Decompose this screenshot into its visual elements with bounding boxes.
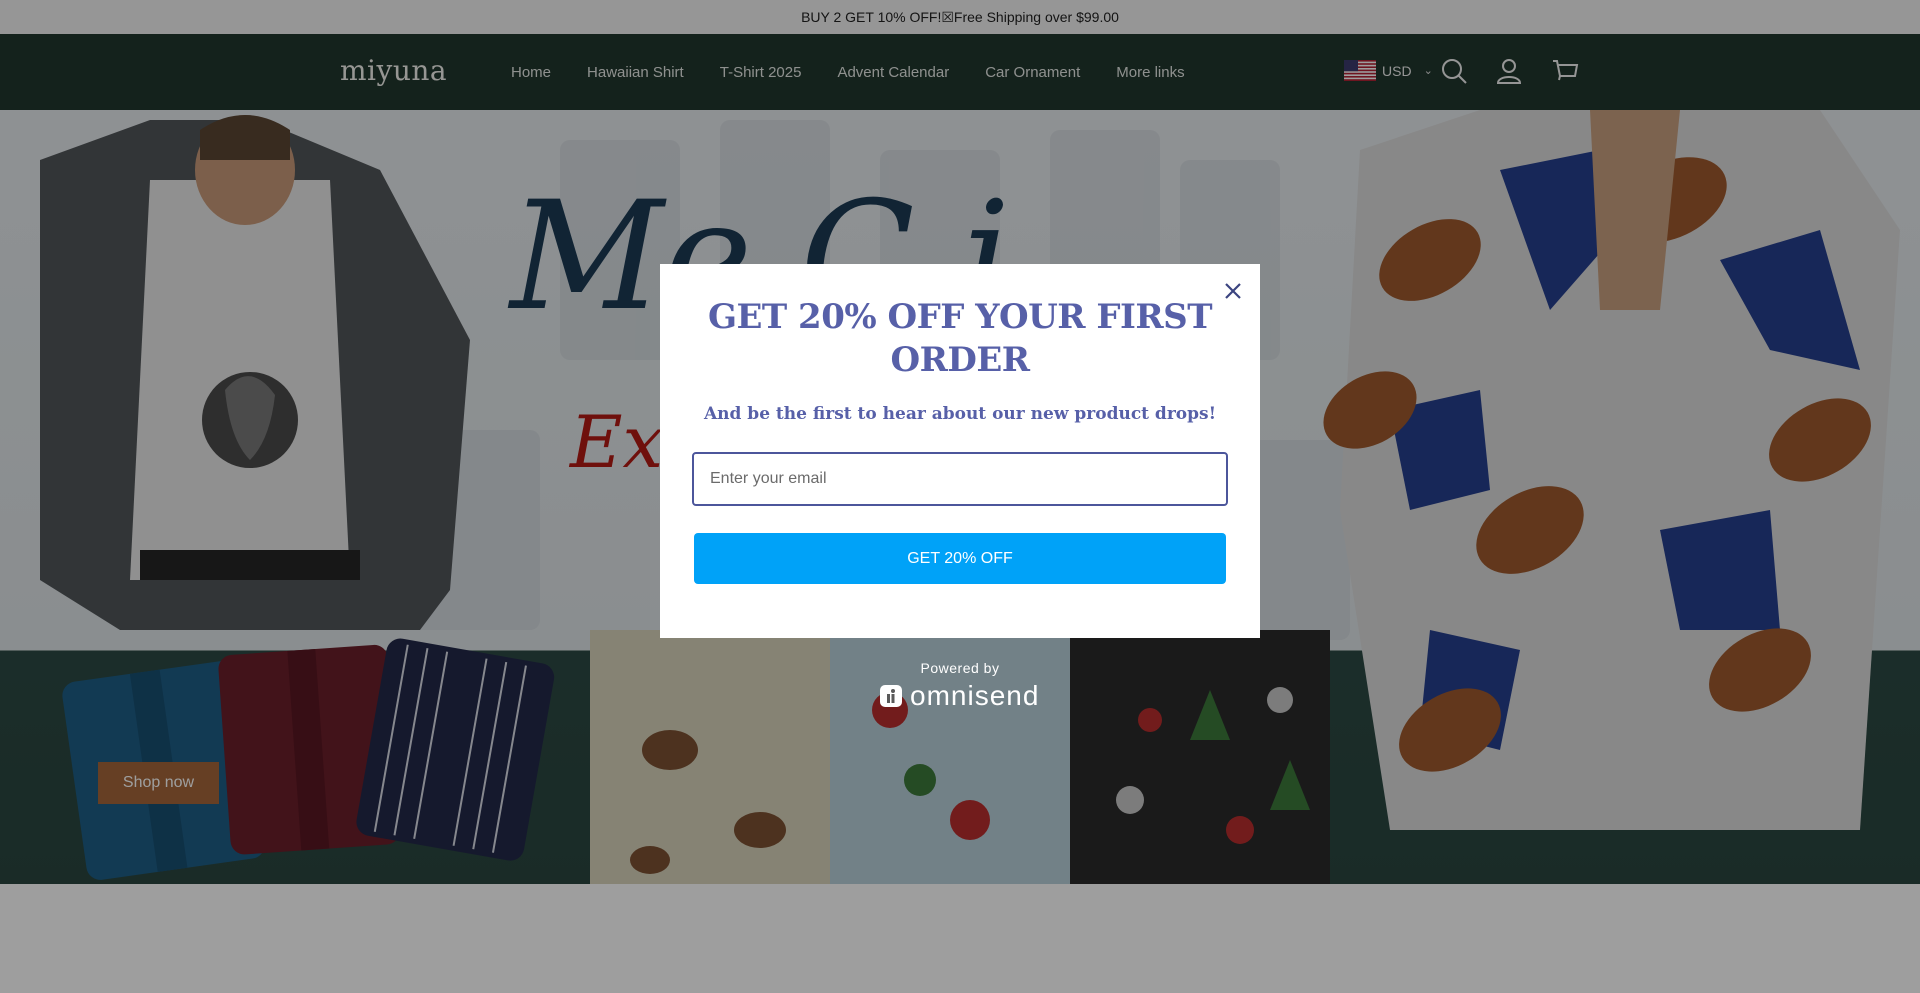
email-field[interactable] [692,452,1228,506]
signup-popup: GET 20% OFF YOUR FIRST ORDER And be the … [660,264,1260,638]
popup-title: GET 20% OFF YOUR FIRST ORDER [707,297,1213,380]
omnisend-wordmark: omnisend [910,680,1040,711]
popup-subtitle: And be the first to hear about our new p… [703,404,1217,424]
get-discount-button[interactable]: GET 20% OFF [694,533,1226,584]
omnisend-brand[interactable]: omnisend [880,680,1039,712]
powered-by-label: Powered by [920,660,1000,676]
close-icon[interactable] [1218,276,1248,306]
omnisend-logo-icon [880,685,902,707]
